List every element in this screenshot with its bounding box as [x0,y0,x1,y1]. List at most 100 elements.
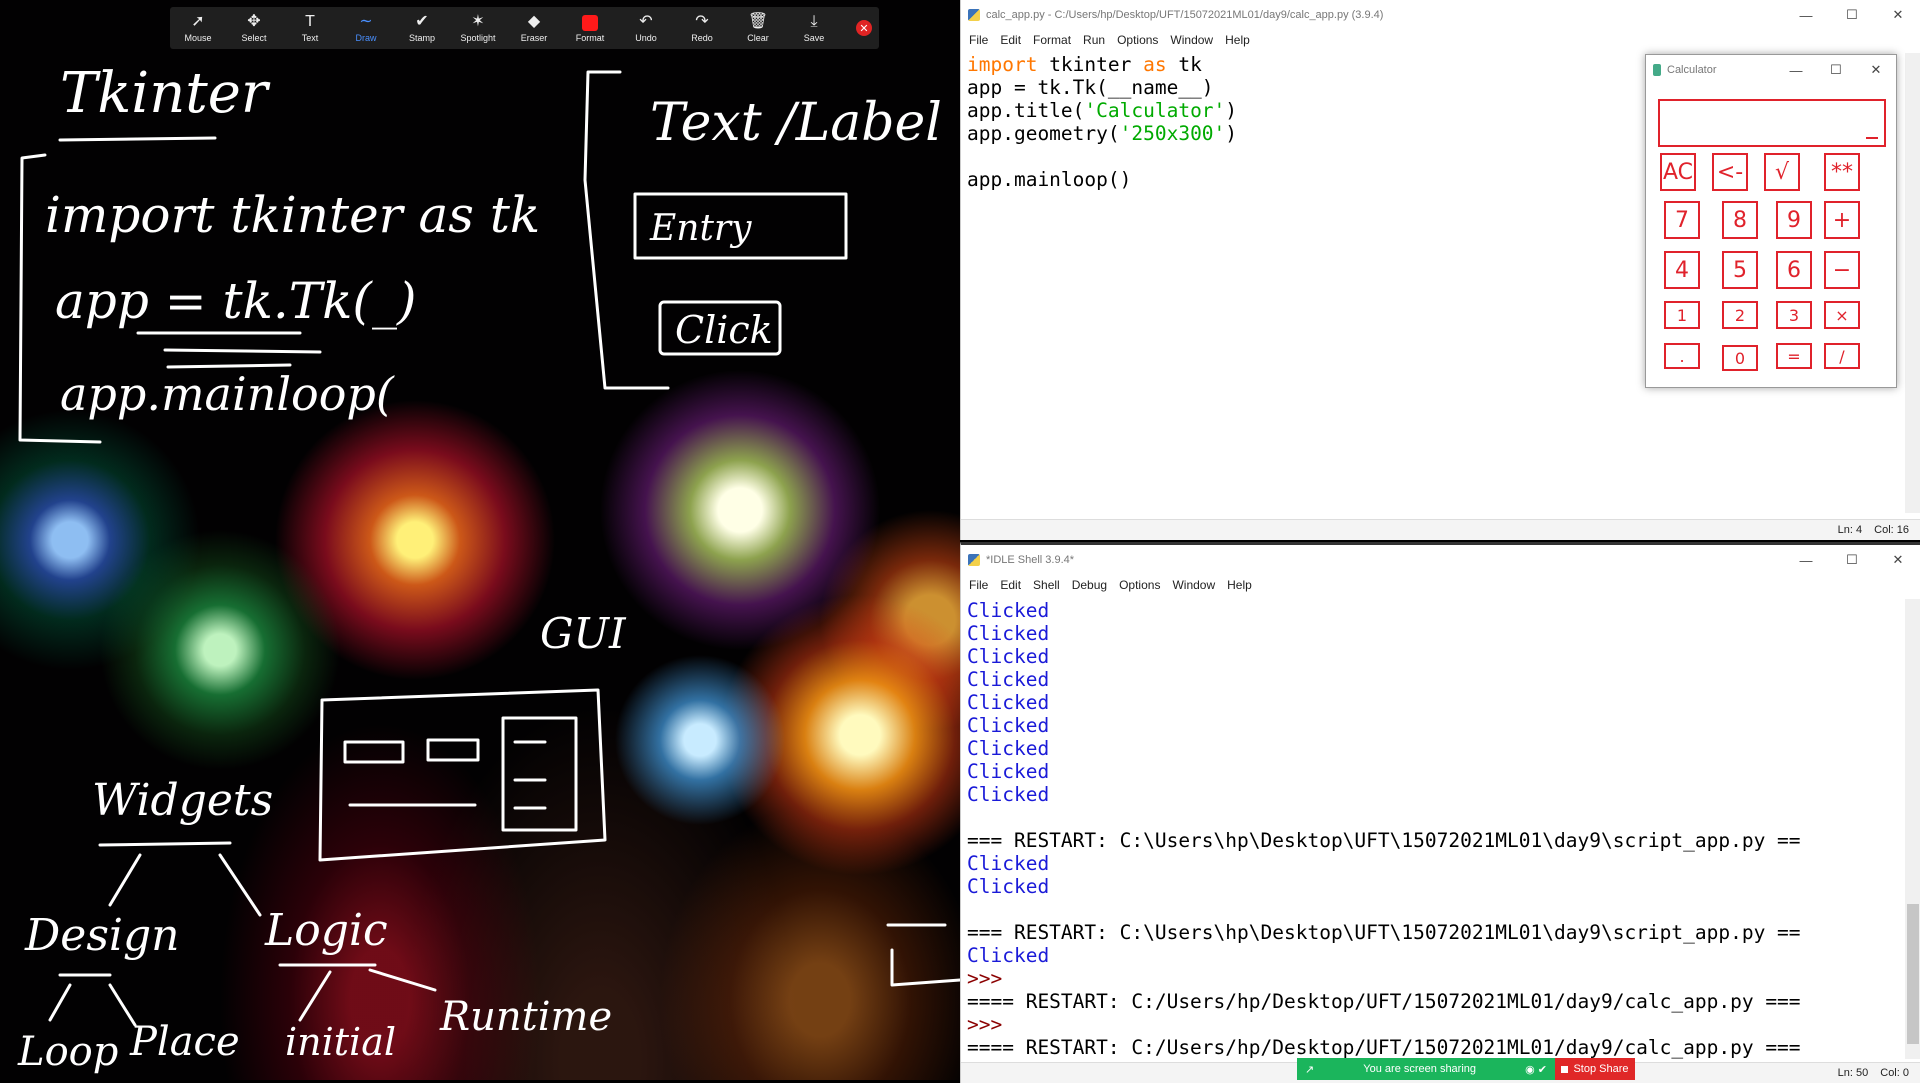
annotation-toolbar: ➚ Mouse ✥ Select T Text ∼ Draw ✔ Stamp ✶ Spotlight ◆… [170,7,879,49]
tool-redo[interactable]: ↷ Redo [674,7,730,49]
editor-scrollbar[interactable] [1905,53,1920,513]
calc-close-button[interactable]: ✕ [1856,62,1896,78]
menu-item[interactable]: Run [1083,33,1105,47]
menu-item[interactable]: Debug [1072,578,1107,592]
tool-label: Draw [355,33,377,43]
calc-key[interactable]: × [1824,301,1860,329]
calc-key[interactable]: 6 [1776,251,1812,289]
menu-item[interactable]: Window [1172,578,1215,592]
menu-item[interactable]: Options [1119,578,1160,592]
close-button[interactable]: ✕ [1875,7,1920,23]
menu-item[interactable]: Edit [1000,578,1021,592]
tool-stamp[interactable]: ✔ Stamp [394,7,450,49]
menu-item[interactable]: File [969,578,988,592]
text-cursor [1866,137,1878,139]
calculator-titlebar[interactable]: Calculator — ☐ ✕ [1646,55,1896,85]
code-line-6: app.mainloop() [967,168,1132,191]
calc-maximize-button[interactable]: ☐ [1816,62,1856,78]
tool-clear[interactable]: 🗑 Clear [730,7,786,49]
shell-line: === RESTART: C:\Users\hp\Desktop\UFT\150… [967,921,1801,944]
tool-undo[interactable]: ↶ Undo [618,7,674,49]
calc-key[interactable]: √ [1764,153,1800,191]
eraser-icon: ◆ [527,13,541,30]
calc-key[interactable]: / [1824,343,1860,369]
ink-underline [58,136,217,142]
menu-item[interactable]: Shell [1033,578,1060,592]
ink-edge-marks [886,923,960,987]
calc-key[interactable]: 4 [1664,251,1700,289]
note-initial: initial [285,1020,396,1064]
note-loop: Loop [17,1029,118,1075]
calculator-window[interactable]: Calculator — ☐ ✕ AC <- √ ** 7 8 9 +4 5 6− 1 2 3 ×. 0 = / [1645,54,1897,388]
tool-draw[interactable]: ∼ Draw [338,7,394,49]
menu-item[interactable]: Options [1117,33,1158,47]
tool-label: Eraser [520,33,548,43]
calc-key[interactable]: 3 [1776,301,1812,329]
calc-key[interactable]: ** [1824,153,1860,191]
calc-key[interactable]: − [1824,251,1860,289]
tool-format[interactable]: Format [562,7,618,49]
tool-label: Undo [635,33,657,43]
ink-gui-widget-2 [426,738,480,762]
calculator-display[interactable] [1658,99,1886,147]
shell-titlebar[interactable]: *IDLE Shell 3.9.4* — ☐ ✕ [961,545,1920,575]
scrollbar-thumb[interactable] [1907,904,1919,1044]
tool-eraser[interactable]: ◆ Eraser [506,7,562,49]
share-status[interactable]: ↗ You are screen sharing ◉ ✔ [1297,1058,1555,1080]
calc-key[interactable]: + [1824,201,1860,239]
calc-key[interactable]: = [1776,343,1812,369]
share-status-text: You are screen sharing [1363,1063,1477,1075]
ink-underline-app [136,331,322,369]
close-annotation-icon[interactable]: ✕ [856,20,872,36]
python-icon [968,9,980,21]
shell-line: Clicked [967,645,1050,668]
close-button[interactable]: ✕ [1875,552,1920,568]
tool-save[interactable]: ⤓ Save [786,7,842,49]
menu-item[interactable]: Help [1225,33,1250,47]
shell-scrollbar[interactable] [1905,599,1920,1059]
menu-item[interactable]: File [969,33,988,47]
tool-mouse[interactable]: ➚ Mouse [170,7,226,49]
save-icon: ⤓ [810,13,818,30]
text-icon: T [305,13,315,30]
tool-label: Save [803,33,825,43]
tool-text[interactable]: T Text [282,7,338,49]
menu-item[interactable]: Window [1170,33,1213,47]
tool-select[interactable]: ✥ Select [226,7,282,49]
whiteboard-canvas[interactable]: Tkinter import tkinter as tk app = tk.Tk… [0,0,960,1080]
editor-menubar: File Edit Format Run Options Window Help [961,30,1920,50]
menu-item[interactable]: Help [1227,578,1252,592]
shell-line: Clicked [967,714,1050,737]
shell-window[interactable]: *IDLE Shell 3.9.4* — ☐ ✕ File Edit Shell De… [960,542,1920,1083]
calc-key[interactable]: 1 [1664,301,1700,329]
calc-key[interactable]: 8 [1722,201,1758,239]
note-app: app = tk.Tk(_) [55,272,416,330]
calc-key[interactable]: <- [1712,153,1748,191]
maximize-button[interactable]: ☐ [1829,552,1875,568]
screen-share-bar: ↗ You are screen sharing ◉ ✔ Stop Share [1297,1058,1635,1080]
calc-key[interactable]: 9 [1776,201,1812,239]
maximize-button[interactable]: ☐ [1829,7,1875,23]
calc-key[interactable]: . [1664,343,1700,369]
minimize-button[interactable]: — [1783,8,1829,23]
shell-line: Clicked [967,599,1050,622]
shell-line: Clicked [967,944,1050,967]
ink-logic-arrows [278,963,437,1022]
shell-output[interactable]: Clicked Clicked Clicked Clicked Clicked Click… [967,599,1801,1059]
calc-key[interactable]: 5 [1722,251,1758,289]
calc-key[interactable]: 2 [1722,301,1758,329]
menu-item[interactable]: Format [1033,33,1071,47]
stop-share-button[interactable]: Stop Share [1555,1058,1635,1080]
minimize-button[interactable]: — [1783,553,1829,568]
menu-item[interactable]: Edit [1000,33,1021,47]
editor-title: calc_app.py - C:/Users/hp/Desktop/UFT/15… [986,9,1384,21]
calc-key[interactable]: AC [1660,153,1696,191]
shell-line: Clicked [967,875,1050,898]
code-editor[interactable]: import tkinter as tk app = tk.Tk(__name__… [967,53,1237,191]
editor-titlebar[interactable]: calc_app.py - C:/Users/hp/Desktop/UFT/15… [961,0,1920,30]
tool-spotlight[interactable]: ✶ Spotlight [450,7,506,49]
calc-minimize-button[interactable]: — [1776,63,1816,78]
calc-key[interactable]: 0 [1722,345,1758,371]
calc-key[interactable]: 7 [1664,201,1700,239]
